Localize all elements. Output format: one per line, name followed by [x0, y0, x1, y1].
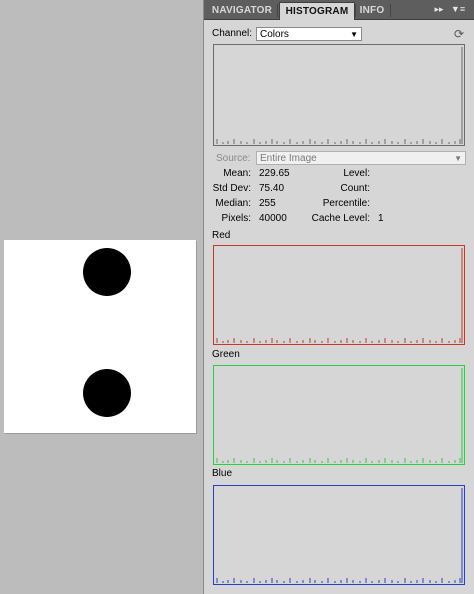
- document-canvas-area: [0, 0, 203, 594]
- pixels-value: 40000: [259, 213, 287, 224]
- green-channel-label: Green: [212, 349, 240, 360]
- chevron-down-icon: ▼: [454, 154, 462, 163]
- tab-histogram[interactable]: HISTOGRAM: [279, 2, 355, 20]
- source-select-value: Entire Image: [260, 153, 317, 164]
- mean-value: 229.65: [259, 168, 290, 179]
- cache-level-value: 1: [378, 213, 384, 224]
- black-dot-top: [83, 248, 131, 296]
- channel-select-value: Colors: [260, 29, 289, 40]
- blue-channel-label: Blue: [212, 468, 233, 479]
- panel-menu-icon[interactable]: ▼≡: [450, 3, 466, 16]
- document-image[interactable]: [4, 240, 196, 433]
- refresh-icon[interactable]: ⟳: [452, 27, 466, 41]
- tab-info[interactable]: INFO: [356, 2, 388, 19]
- stddev-value: 75.40: [259, 183, 285, 194]
- tab-divider: [390, 4, 391, 17]
- composite-histogram: [213, 44, 465, 146]
- stddev-label: Std Dev:: [212, 183, 251, 194]
- panel-tabbar: NAVIGATOR HISTOGRAM INFO ▸▸ ▼≡: [204, 0, 474, 20]
- median-label: Median:: [215, 198, 251, 209]
- blue-histogram-graph: [216, 488, 463, 583]
- source-select: Entire Image ▼: [256, 151, 466, 165]
- tab-navigator[interactable]: NAVIGATOR: [208, 2, 276, 19]
- channel-select[interactable]: Colors ▼: [256, 27, 362, 41]
- median-value: 255: [259, 198, 276, 209]
- red-channel-label: Red: [212, 230, 231, 241]
- green-histogram-graph: [216, 368, 463, 463]
- green-histogram: [213, 365, 465, 465]
- chevron-down-icon: ▼: [350, 30, 358, 39]
- composite-histogram-graph: [216, 47, 463, 144]
- red-histogram-graph: [216, 248, 463, 343]
- percentile-label: Percentile:: [322, 198, 370, 209]
- cache-level-label: Cache Level:: [311, 213, 370, 224]
- double-right-arrow-icon[interactable]: ▸▸: [432, 3, 446, 16]
- pixels-label: Pixels:: [221, 213, 251, 224]
- red-histogram: [213, 245, 465, 345]
- level-label: Level:: [343, 168, 370, 179]
- tab-divider: [277, 4, 278, 17]
- channel-label: Channel:: [212, 28, 253, 39]
- count-label: Count:: [340, 183, 370, 194]
- histogram-panel: NAVIGATOR HISTOGRAM INFO ▸▸ ▼≡ Channel: …: [204, 0, 474, 594]
- source-label: Source:: [216, 153, 251, 164]
- blue-histogram: [213, 485, 465, 585]
- black-dot-bottom: [83, 369, 131, 417]
- mean-label: Mean:: [223, 168, 251, 179]
